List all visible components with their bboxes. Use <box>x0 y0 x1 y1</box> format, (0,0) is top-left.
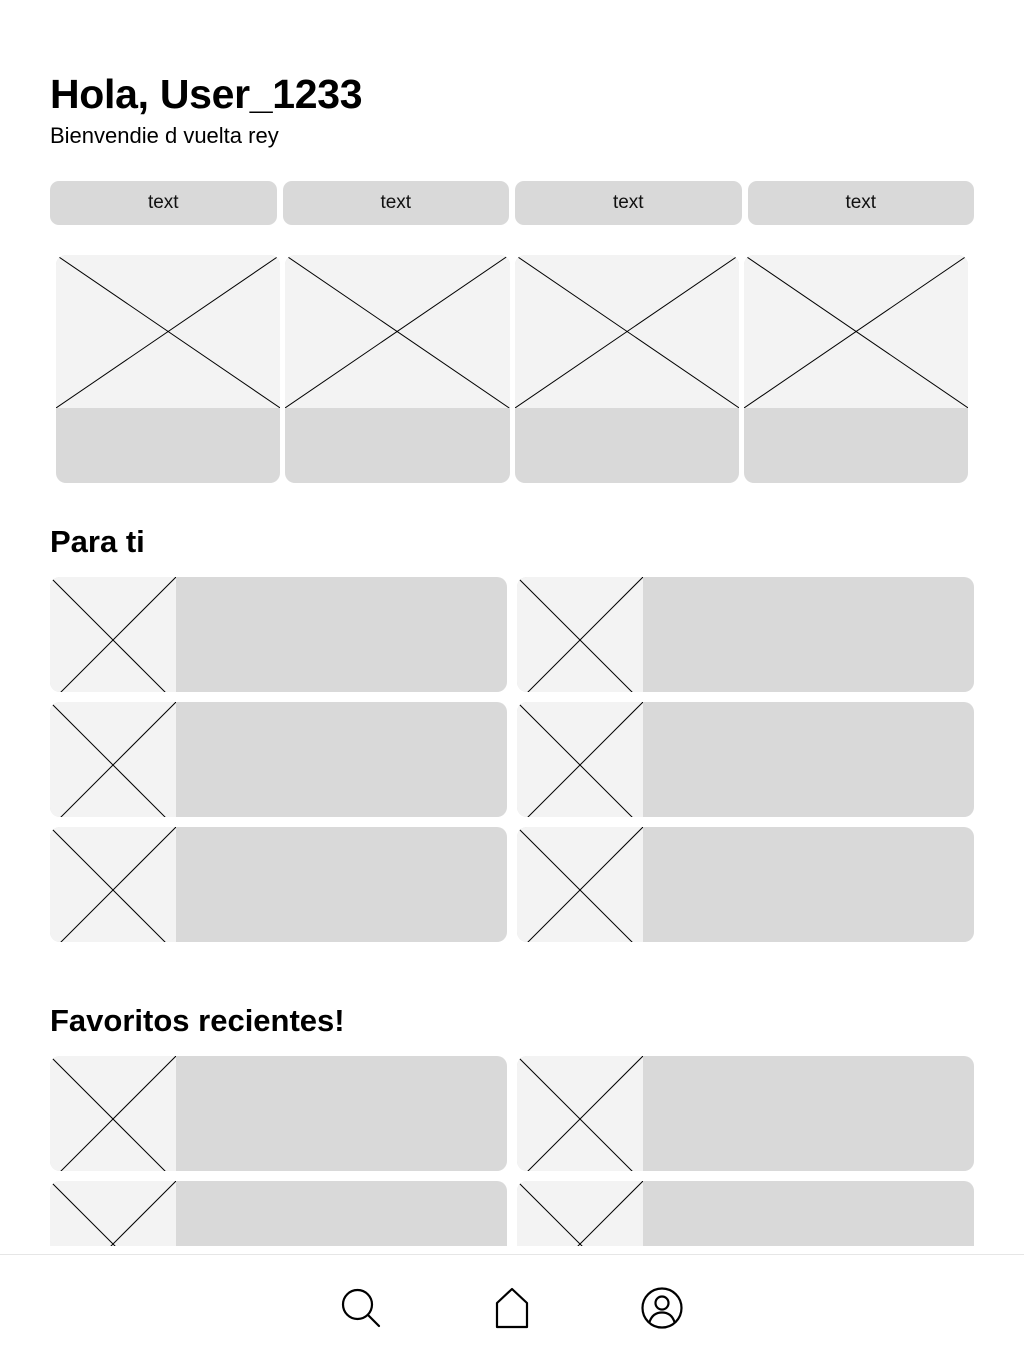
section-title-for-you: Para ti <box>50 524 145 559</box>
list-item[interactable] <box>50 1181 507 1246</box>
featured-card[interactable] <box>743 255 968 483</box>
list-item[interactable] <box>50 702 507 817</box>
list-item[interactable] <box>517 827 974 942</box>
image-placeholder-icon <box>50 1181 176 1246</box>
list-item[interactable] <box>50 577 507 692</box>
category-chip[interactable]: text <box>515 181 742 225</box>
image-placeholder-icon <box>285 255 510 408</box>
image-placeholder-icon <box>514 255 739 408</box>
image-placeholder-icon <box>517 577 643 692</box>
for-you-list <box>50 577 974 942</box>
image-placeholder-icon <box>50 827 176 942</box>
welcome-subtitle: Bienvendie d vuelta rey <box>50 123 279 148</box>
category-chips: text text text text <box>50 181 974 225</box>
home-nav-button[interactable] <box>487 1285 537 1335</box>
profile-icon <box>640 1286 684 1335</box>
category-chip[interactable]: text <box>282 181 509 225</box>
list-item[interactable] <box>517 702 974 817</box>
category-chip[interactable]: text <box>50 181 277 225</box>
favorites-scroll-area <box>0 1056 1024 1246</box>
featured-card[interactable] <box>514 255 739 483</box>
profile-nav-button[interactable] <box>637 1285 687 1335</box>
category-chip[interactable]: text <box>747 181 974 225</box>
search-icon <box>339 1286 383 1335</box>
image-placeholder-icon <box>50 702 176 817</box>
image-placeholder-icon <box>517 1181 643 1246</box>
image-placeholder-icon <box>517 1056 643 1171</box>
home-icon <box>492 1286 532 1335</box>
image-placeholder-icon <box>743 255 968 408</box>
image-placeholder-icon <box>50 1056 176 1171</box>
list-item[interactable] <box>50 1056 507 1171</box>
favorites-list <box>50 1056 974 1246</box>
featured-card[interactable] <box>285 255 510 483</box>
image-placeholder-icon <box>517 827 643 942</box>
featured-cards <box>56 255 968 483</box>
greeting-title: Hola, User_1233 <box>50 71 363 117</box>
image-placeholder-icon <box>50 577 176 692</box>
image-placeholder-icon <box>517 702 643 817</box>
list-item[interactable] <box>50 827 507 942</box>
image-placeholder-icon <box>56 255 281 408</box>
section-title-favorites: Favoritos recientes! <box>50 1003 345 1038</box>
search-nav-button[interactable] <box>336 1285 386 1335</box>
list-item[interactable] <box>517 577 974 692</box>
featured-card[interactable] <box>56 255 281 483</box>
list-item[interactable] <box>517 1056 974 1171</box>
list-item[interactable] <box>517 1181 974 1246</box>
bottom-navigation <box>0 1254 1024 1367</box>
